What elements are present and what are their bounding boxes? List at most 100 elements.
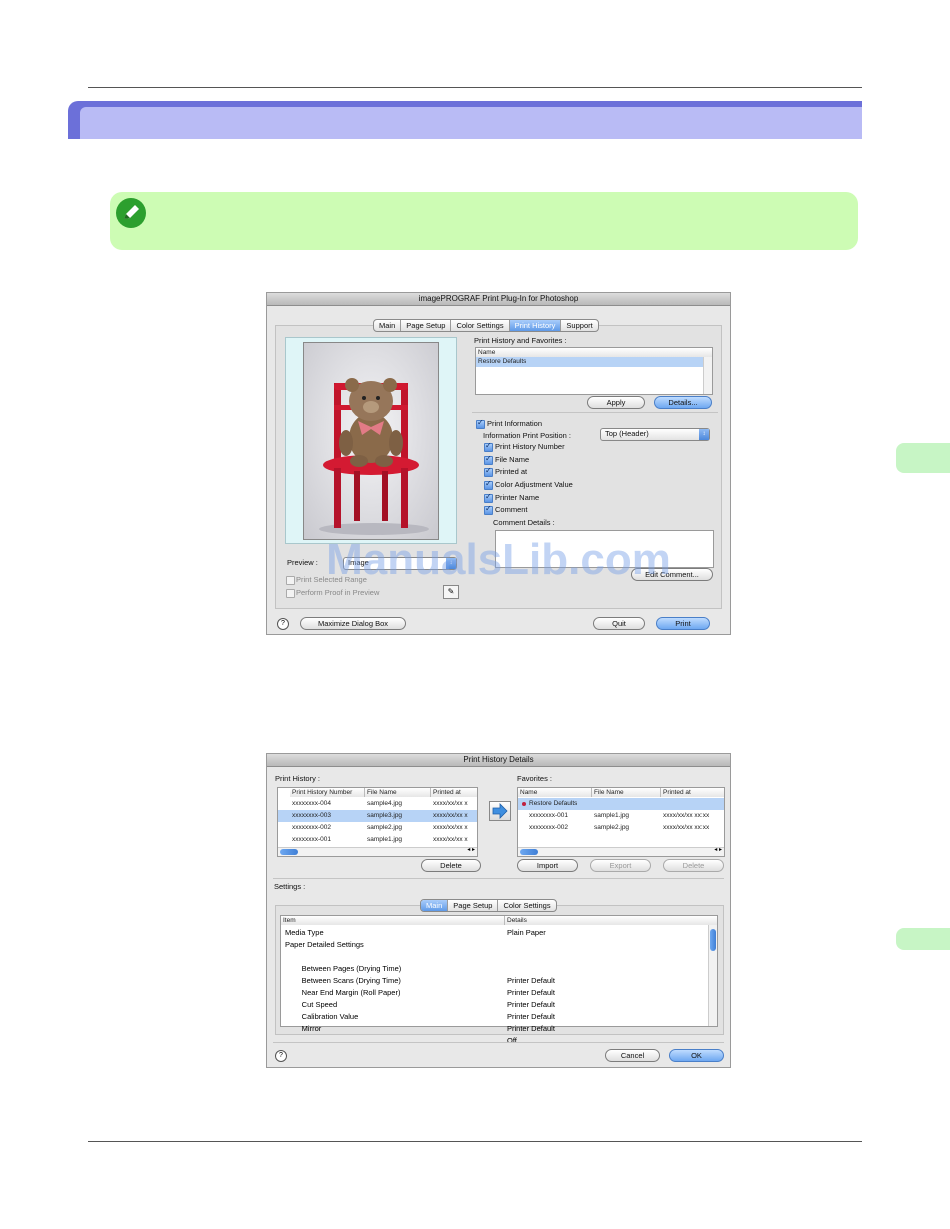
favorites-list[interactable]: Name File Name Printed at Restore Defaul… bbox=[517, 787, 725, 857]
table-row[interactable]: xxxxxxxx-002 sample2.jpg xxxx/xx/xx x bbox=[278, 822, 477, 834]
scroll-thumb[interactable] bbox=[710, 929, 716, 951]
row-item: Paper Detailed Settings bbox=[285, 940, 364, 949]
table-row[interactable]: Near End Margin (Roll Paper) Printer Def… bbox=[285, 975, 717, 1009]
settings-table[interactable]: Item Details Media Type Plain Paper Pape… bbox=[280, 915, 718, 1045]
settings-tab-page-setup[interactable]: Page Setup bbox=[448, 900, 499, 911]
print-information-checkbox[interactable] bbox=[476, 418, 485, 429]
table-row[interactable]: xxxxxxxx-001 sample1.jpg xxxx/xx/xx xx:x… bbox=[518, 810, 724, 822]
proof-settings-button[interactable]: ✎ bbox=[443, 585, 459, 599]
file-name-label: File Name bbox=[495, 455, 530, 464]
color-adjustment-checkbox[interactable] bbox=[484, 479, 493, 490]
scroll-arrows-icon[interactable]: ◂ ▸ bbox=[467, 846, 475, 853]
row-file: sample1.jpg bbox=[594, 812, 630, 819]
file-name-checkbox[interactable] bbox=[484, 454, 493, 465]
fav-col-printed: Printed at bbox=[661, 788, 724, 797]
export-button[interactable]: Export bbox=[590, 859, 651, 872]
tab-color-settings[interactable]: Color Settings bbox=[451, 320, 510, 331]
scroll-thumb[interactable] bbox=[280, 849, 298, 855]
perform-proof-checkbox[interactable] bbox=[286, 589, 295, 598]
tab-print-history[interactable]: Print History bbox=[509, 320, 562, 331]
table-row[interactable]: xxxxxxxx-004 sample4.jpg xxxx/xx/xx x bbox=[278, 798, 477, 810]
help-button[interactable]: ? bbox=[277, 618, 289, 630]
row-file: sample4.jpg bbox=[367, 800, 403, 807]
details-help-button[interactable]: ? bbox=[275, 1050, 287, 1062]
top-rule bbox=[88, 87, 862, 88]
index-tab bbox=[896, 928, 950, 950]
dialog-tabs[interactable]: Main Page Setup Color Settings Print His… bbox=[373, 319, 599, 332]
details-dialog-title: Print History Details bbox=[267, 754, 730, 767]
list-scrollbar[interactable] bbox=[703, 357, 712, 394]
row-printed: xxxx/xx/xx x bbox=[433, 836, 468, 843]
print-history-list[interactable]: Print History Number File Name Printed a… bbox=[277, 787, 478, 857]
divider bbox=[472, 412, 718, 413]
settings-col-item: Item bbox=[281, 916, 505, 925]
row-number: xxxxxxxx-001 bbox=[292, 836, 332, 843]
import-button[interactable]: Import bbox=[517, 859, 578, 872]
scroll-thumb[interactable] bbox=[520, 849, 538, 855]
maximize-dialog-button[interactable]: Maximize Dialog Box bbox=[300, 617, 406, 630]
settings-label: Settings : bbox=[274, 882, 306, 891]
printed-at-checkbox[interactable] bbox=[484, 466, 493, 477]
table-row[interactable]: Between Scans (Drying Time) Printer Defa… bbox=[285, 963, 717, 997]
row-file: sample1.jpg bbox=[367, 836, 403, 843]
list-item[interactable]: Restore Defaults bbox=[476, 357, 712, 367]
chapter-tab bbox=[896, 443, 950, 473]
history-col-printed: Printed at bbox=[431, 788, 477, 797]
table-row[interactable]: xxxxxxxx-002 sample2.jpg xxxx/xx/xx xx:x… bbox=[518, 822, 724, 834]
row-file: sample2.jpg bbox=[367, 824, 403, 831]
table-row[interactable]: xxxxxxxx-003 sample3.jpg xxxx/xx/xx x bbox=[278, 810, 477, 822]
table-row[interactable]: Calibration Value Printer Default bbox=[285, 999, 717, 1033]
fav-col-name: Name bbox=[518, 788, 592, 797]
scroll-arrows-icon[interactable]: ◂ ▸ bbox=[714, 846, 722, 853]
print-history-number-checkbox[interactable] bbox=[484, 441, 493, 452]
settings-tab-main[interactable]: Main bbox=[421, 900, 449, 911]
help-icon: ? bbox=[281, 620, 285, 627]
restore-defaults-item: Restore Defaults bbox=[478, 358, 527, 365]
settings-scrollbar[interactable] bbox=[708, 925, 717, 1026]
arrow-right-icon bbox=[492, 803, 508, 819]
print-button[interactable]: Print bbox=[656, 617, 710, 630]
ok-button[interactable]: OK bbox=[669, 1049, 724, 1062]
printer-name-label: Printer Name bbox=[495, 493, 540, 502]
table-row[interactable]: xxxxxxxx-001 sample1.jpg xxxx/xx/xx x bbox=[278, 834, 477, 846]
delete-history-button[interactable]: Delete bbox=[421, 859, 481, 872]
table-row[interactable]: Between Pages (Drying Time) Printer Defa… bbox=[285, 951, 717, 985]
table-row[interactable]: Restore Defaults bbox=[518, 798, 724, 810]
quit-button[interactable]: Quit bbox=[593, 617, 645, 630]
settings-tabs[interactable]: Main Page Setup Color Settings bbox=[420, 899, 557, 912]
tab-main[interactable]: Main bbox=[374, 320, 402, 331]
help-icon: ? bbox=[279, 1052, 283, 1059]
favorites-hscrollbar[interactable]: ◂ ▸ bbox=[518, 847, 724, 856]
section-heading-bar bbox=[68, 101, 862, 139]
delete-favorite-button[interactable]: Delete bbox=[663, 859, 724, 872]
printed-at-label: Printed at bbox=[495, 467, 528, 476]
table-row[interactable]: Cut Speed Printer Default bbox=[285, 987, 717, 1021]
name-column-header: Name bbox=[476, 348, 712, 357]
history-hscrollbar[interactable]: ◂ ▸ bbox=[278, 847, 477, 856]
details-button[interactable]: Details... bbox=[654, 396, 712, 409]
row-name: Restore Defaults bbox=[529, 800, 578, 807]
info-position-select[interactable]: Top (Header) ↕ bbox=[600, 428, 710, 441]
row-item: Media Type bbox=[285, 928, 324, 937]
cancel-button[interactable]: Cancel bbox=[605, 1049, 660, 1062]
tab-support[interactable]: Support bbox=[561, 320, 597, 331]
table-row[interactable]: Mirror Off bbox=[285, 1011, 717, 1045]
table-row[interactable]: Paper Detailed Settings bbox=[285, 939, 717, 951]
divider bbox=[273, 878, 724, 879]
comment-checkbox[interactable] bbox=[484, 504, 493, 515]
history-col-number: Print History Number bbox=[290, 788, 365, 797]
print-plugin-dialog: imagePROGRAF Print Plug-In for Photoshop… bbox=[266, 292, 731, 635]
bottom-rule bbox=[88, 1141, 862, 1142]
printer-name-checkbox[interactable] bbox=[484, 492, 493, 503]
row-number: xxxxxxxx-003 bbox=[292, 812, 332, 819]
apply-button[interactable]: Apply bbox=[587, 396, 645, 409]
row-details: Off bbox=[507, 1036, 517, 1045]
info-position-label: Information Print Position : bbox=[483, 431, 571, 440]
note-pencil-icon bbox=[116, 198, 146, 228]
add-to-favorites-button[interactable] bbox=[489, 801, 511, 821]
table-row[interactable]: Media Type Plain Paper bbox=[285, 927, 717, 939]
tab-page-setup[interactable]: Page Setup bbox=[401, 320, 452, 331]
row-file: sample3.jpg bbox=[367, 812, 403, 819]
history-favorites-list[interactable]: Name Restore Defaults bbox=[475, 347, 713, 395]
settings-tab-color-settings[interactable]: Color Settings bbox=[498, 900, 555, 911]
